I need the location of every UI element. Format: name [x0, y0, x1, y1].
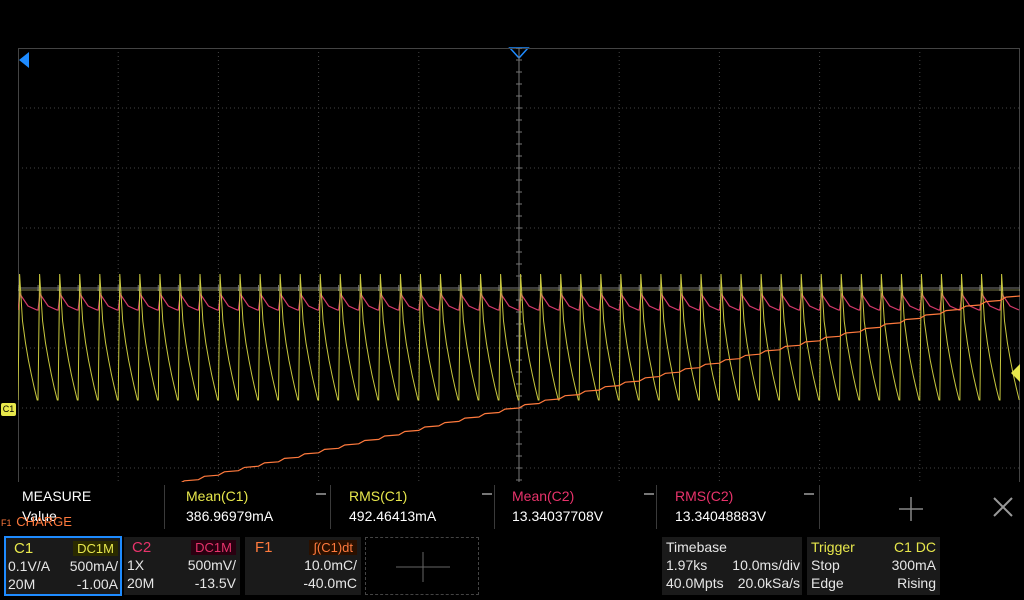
- measure-close-mean-c1[interactable]: [316, 493, 326, 495]
- c1-marker-label: C1: [2, 404, 15, 414]
- timebase-box[interactable]: Timebase 1.97ks 10.0ms/div 40.0Mpts 20.0…: [662, 537, 802, 595]
- timebase-memory: 40.0Mpts: [666, 575, 724, 591]
- measure-close-rms-c1[interactable]: [482, 493, 492, 495]
- c2-label: C2: [132, 539, 152, 556]
- c2-channel-box[interactable]: C2 DC1M 1X 500mV/ 20M -13.5V: [124, 537, 240, 595]
- f1-marker[interactable]: F1 CHARGE: [1, 514, 72, 529]
- c2-coupling: DC1M: [191, 540, 236, 555]
- measure-close-rms-c2[interactable]: [804, 493, 814, 495]
- f1-offset: -40.0mC: [303, 575, 357, 591]
- add-measure-icon[interactable]: [896, 494, 926, 524]
- c1-label: C1: [14, 540, 34, 557]
- timebase-delay: 1.97ks: [666, 557, 708, 573]
- c1-ground-marker[interactable]: C1: [1, 403, 16, 416]
- timebase-title: Timebase: [666, 539, 727, 555]
- trigger-mode: Stop: [811, 557, 840, 573]
- c1-scale: 500mA/: [69, 558, 118, 574]
- measure-divider: [330, 485, 331, 529]
- measure-close-mean-c2[interactable]: [644, 493, 654, 495]
- trigger-source: C1 DC: [893, 539, 936, 555]
- f1-scale: 10.0mC/: [304, 557, 357, 573]
- f1-marker-name: CHARGE: [16, 514, 72, 529]
- graticule: [18, 48, 1020, 528]
- measure-divider: [819, 485, 820, 529]
- measure-divider: [164, 485, 165, 529]
- c1-channel-box[interactable]: C1 DC1M 0.1V/A 500mA/ 20M -1.00A: [4, 536, 122, 596]
- f1-box-header: F1 ∫(C1)dt: [245, 537, 361, 557]
- f1-label: F1: [255, 539, 273, 556]
- measure-name-mean-c1: Mean(C1): [186, 488, 249, 504]
- trigger-box[interactable]: Trigger C1 DC Stop 300mA Edge Rising: [807, 537, 940, 595]
- f1-expression: ∫(C1)dt: [309, 540, 357, 555]
- measure-value-mean-c2: 13.34037708V: [512, 508, 604, 524]
- timebase-scale: 10.0ms/div: [732, 557, 800, 573]
- c1-coupling: DC1M: [73, 541, 118, 556]
- measure-divider: [494, 485, 495, 529]
- add-icon: [396, 552, 450, 582]
- c2-offset: -13.5V: [194, 575, 236, 591]
- c2-bandwidth: 20M: [127, 575, 155, 591]
- c1-box-header: C1 DC1M: [6, 538, 120, 558]
- measure-value-mean-c1: 386.96979mA: [186, 508, 274, 524]
- measure-value-rms-c2: 13.34048883V: [675, 508, 767, 524]
- trigger-type: Edge: [811, 575, 844, 591]
- measure-panel: MEASURE Value Mean(C1) 386.96979mA RMS(C…: [4, 482, 1020, 532]
- c1-offset: -1.00A: [76, 576, 118, 592]
- add-channel-slot[interactable]: [365, 537, 479, 595]
- trigger-level-marker[interactable]: [1010, 364, 1022, 382]
- measure-value-rms-c1: 492.46413mA: [349, 508, 437, 524]
- measure-name-rms-c1: RMS(C1): [349, 488, 408, 504]
- c1-probe: 0.1V/A: [8, 558, 51, 574]
- trigger-title: Trigger: [811, 539, 855, 555]
- trigger-level: 300mA: [891, 557, 936, 573]
- timebase-sample-rate: 20.0kSa/s: [737, 575, 800, 591]
- c2-box-header: C2 DC1M: [124, 537, 240, 557]
- measure-divider: [656, 485, 657, 529]
- measure-title: MEASURE: [22, 488, 92, 504]
- f1-math-box[interactable]: F1 ∫(C1)dt 10.0mC/ -40.0mC: [245, 537, 361, 595]
- waveform-display[interactable]: [18, 48, 1020, 528]
- trigger-slope: Rising: [897, 575, 936, 591]
- c2-probe: 1X: [127, 557, 145, 573]
- measure-name-mean-c2: Mean(C2): [512, 488, 575, 504]
- close-icon[interactable]: [986, 490, 1020, 524]
- c2-scale: 500mV/: [187, 557, 236, 573]
- measure-name-rms-c2: RMS(C2): [675, 488, 734, 504]
- c1-bandwidth: 20M: [8, 576, 36, 592]
- f1-marker-label: F1: [1, 518, 12, 528]
